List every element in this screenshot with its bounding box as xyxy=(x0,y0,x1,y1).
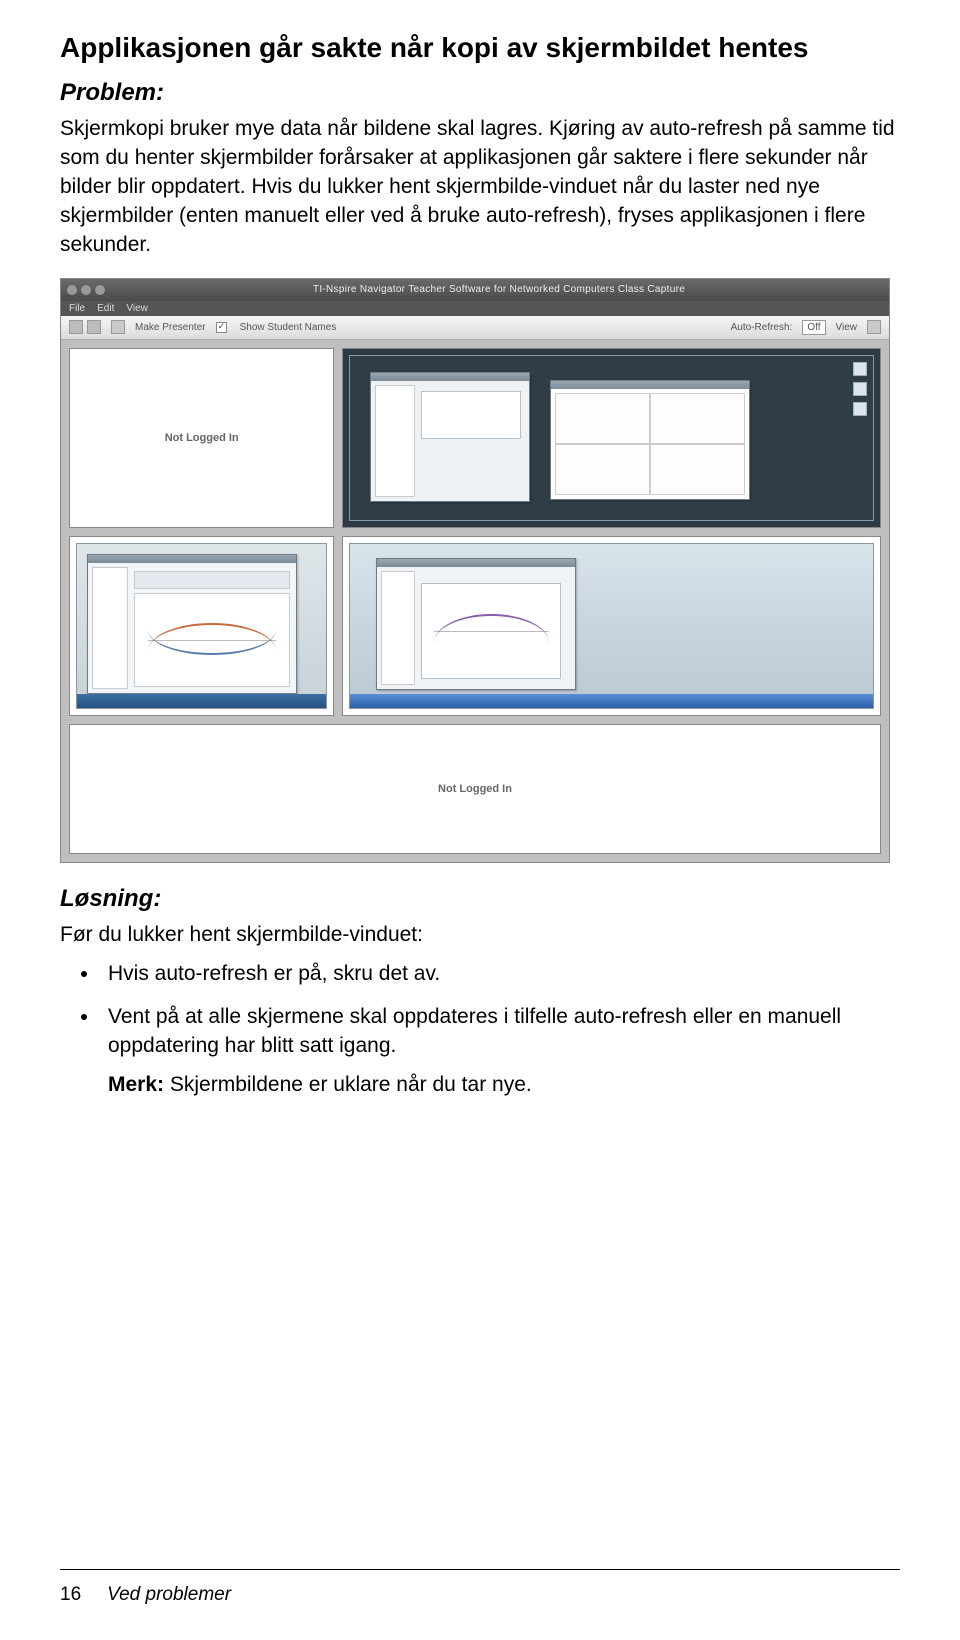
view-label: View xyxy=(836,322,858,333)
show-names-checkbox[interactable] xyxy=(216,322,227,333)
auto-refresh-label: Auto-Refresh: xyxy=(731,322,793,333)
note-label: Merk: xyxy=(108,1073,164,1096)
note-text: Skjermbildene er uklare når du tar nye. xyxy=(164,1073,532,1096)
solution-item-2-text: Vent på at alle skjermene skal oppdatere… xyxy=(108,1005,841,1057)
not-logged-in-text: Not Logged In xyxy=(438,783,512,795)
zoom-icons xyxy=(69,320,101,334)
tile-desktop-1 xyxy=(342,348,881,528)
footer-section: Ved problemer xyxy=(107,1584,231,1606)
problem-label: Problem: xyxy=(60,79,900,107)
app-menubar: File Edit View xyxy=(61,301,889,316)
footer-rule xyxy=(60,1569,900,1570)
tile-desktop-3 xyxy=(342,536,881,716)
zoom-in-icon[interactable] xyxy=(87,320,101,334)
solution-intro: Før du lukker hent skjermbilde-vinduet: xyxy=(60,921,900,950)
menu-file[interactable]: File xyxy=(69,303,85,314)
window-controls xyxy=(67,285,105,295)
embedded-screenshot: TI-Nspire Navigator Teacher Software for… xyxy=(60,278,890,863)
menu-view[interactable]: View xyxy=(126,303,148,314)
show-names-label: Show Student Names xyxy=(240,322,337,333)
tile-desktop-2 xyxy=(69,536,334,716)
app-titlebar: TI-Nspire Navigator Teacher Software for… xyxy=(61,279,889,301)
page-footer: 16 Ved problemer xyxy=(60,1584,231,1606)
presenter-icon[interactable] xyxy=(111,320,125,334)
view-mode-icon[interactable] xyxy=(867,320,881,334)
page-heading: Applikasjonen går sakte når kopi av skje… xyxy=(60,30,900,65)
tile-not-logged-in-2: Not Logged In xyxy=(69,724,881,854)
menu-edit[interactable]: Edit xyxy=(97,303,114,314)
page-number: 16 xyxy=(60,1584,81,1606)
solution-list: Hvis auto-refresh er på, skru det av. Ve… xyxy=(60,960,900,1100)
make-presenter-label[interactable]: Make Presenter xyxy=(135,322,206,333)
app-window: TI-Nspire Navigator Teacher Software for… xyxy=(60,278,890,863)
problem-text: Skjermkopi bruker mye data når bildene s… xyxy=(60,115,900,260)
solution-label: Løsning: xyxy=(60,885,900,913)
not-logged-in-text: Not Logged In xyxy=(165,432,239,444)
capture-grid: Not Logged In xyxy=(61,340,889,862)
app-title: TI-Nspire Navigator Teacher Software for… xyxy=(115,284,883,295)
solution-item-2: Vent på at alle skjermene skal oppdatere… xyxy=(100,1003,900,1100)
zoom-out-icon[interactable] xyxy=(69,320,83,334)
tile-not-logged-in-1: Not Logged In xyxy=(69,348,334,528)
auto-refresh-select[interactable]: Off xyxy=(802,320,825,335)
app-toolbar: Make Presenter Show Student Names Auto-R… xyxy=(61,316,889,340)
solution-item-1: Hvis auto-refresh er på, skru det av. xyxy=(100,960,900,989)
